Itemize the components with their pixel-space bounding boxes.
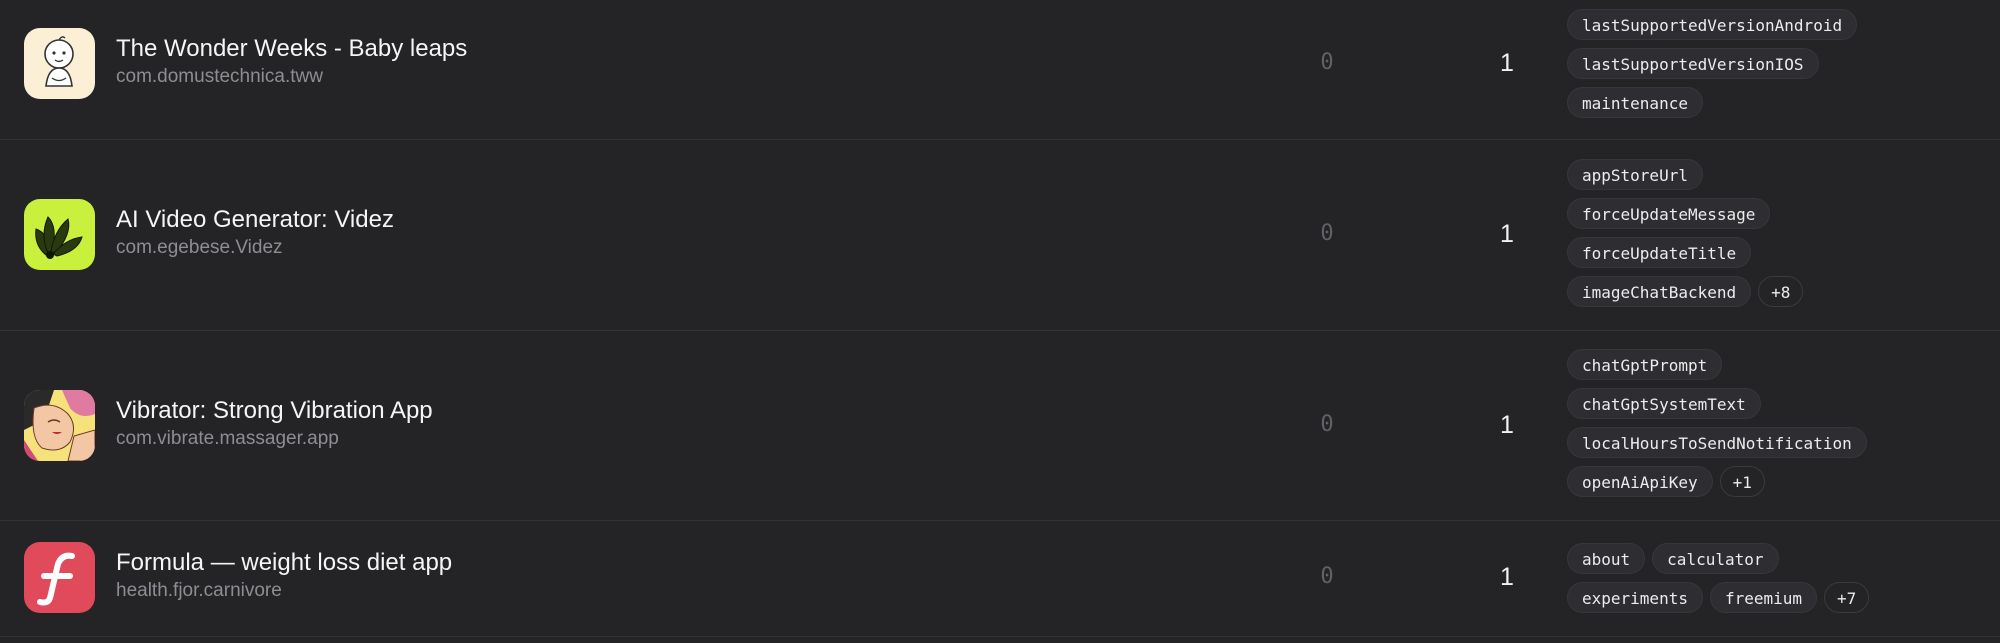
tag[interactable]: chatGptPrompt: [1567, 349, 1723, 380]
tag-list: about calculator experiments freemium +7: [1567, 543, 1987, 621]
tag[interactable]: appStoreUrl: [1567, 159, 1703, 190]
app-name[interactable]: Formula — weight loss diet app: [116, 548, 452, 578]
baby-icon: [24, 28, 95, 99]
app-name[interactable]: AI Video Generator: Videz: [116, 205, 394, 235]
app-bundle-id: com.vibrate.massager.app: [116, 428, 339, 449]
app-bundle-id: com.egebese.Videz: [116, 237, 283, 258]
tag[interactable]: freemium: [1709, 582, 1818, 613]
petals-icon: [24, 199, 95, 270]
more-tags-badge[interactable]: +7: [1824, 582, 1870, 613]
app-bundle-id: health.fjor.carnivore: [116, 580, 282, 601]
count-b: 1: [1500, 411, 1514, 439]
tag[interactable]: chatGptSystemText: [1567, 388, 1761, 419]
count-b: 1: [1500, 49, 1514, 77]
tag[interactable]: calculator: [1652, 543, 1779, 574]
tag[interactable]: imageChatBackend: [1567, 276, 1752, 307]
tag[interactable]: forceUpdateTitle: [1567, 237, 1752, 268]
tag[interactable]: lastSupportedVersionAndroid: [1567, 9, 1858, 40]
count-a: 0: [1320, 221, 1334, 246]
tag[interactable]: experiments: [1567, 582, 1703, 613]
tag[interactable]: about: [1567, 543, 1646, 574]
tag[interactable]: maintenance: [1567, 87, 1703, 118]
app-name[interactable]: The Wonder Weeks - Baby leaps: [116, 34, 467, 64]
app-row[interactable]: AI Video Generator: Videz com.egebese.Vi…: [0, 140, 2000, 331]
formula-f-icon: [24, 542, 95, 613]
app-row[interactable]: The Wonder Weeks - Baby leaps com.domust…: [0, 0, 2000, 140]
app-row[interactable]: Formula — weight loss diet app health.fj…: [0, 521, 2000, 637]
pinup-illustration-icon: [24, 390, 95, 461]
app-row[interactable]: Vibrator: Strong Vibration App com.vibra…: [0, 331, 2000, 521]
count-b: 1: [1500, 563, 1514, 591]
app-name[interactable]: Vibrator: Strong Vibration App: [116, 396, 433, 426]
count-a: 0: [1320, 50, 1334, 75]
tag[interactable]: forceUpdateMessage: [1567, 198, 1771, 229]
count-a: 0: [1320, 412, 1334, 437]
tag[interactable]: localHoursToSendNotification: [1567, 427, 1867, 458]
count-a: 0: [1320, 564, 1334, 589]
tag-list: appStoreUrl forceUpdateMessage forceUpda…: [1567, 159, 1987, 315]
count-b: 1: [1500, 220, 1514, 248]
more-tags-badge[interactable]: +1: [1719, 466, 1765, 497]
app-bundle-id: com.domustechnica.tww: [116, 66, 323, 87]
more-tags-badge[interactable]: +8: [1758, 276, 1804, 307]
tag[interactable]: lastSupportedVersionIOS: [1567, 48, 1819, 79]
tag-list: lastSupportedVersionAndroid lastSupporte…: [1567, 9, 1987, 126]
tag-list: chatGptPrompt chatGptSystemText localHou…: [1567, 349, 1987, 505]
tag[interactable]: openAiApiKey: [1567, 466, 1713, 497]
